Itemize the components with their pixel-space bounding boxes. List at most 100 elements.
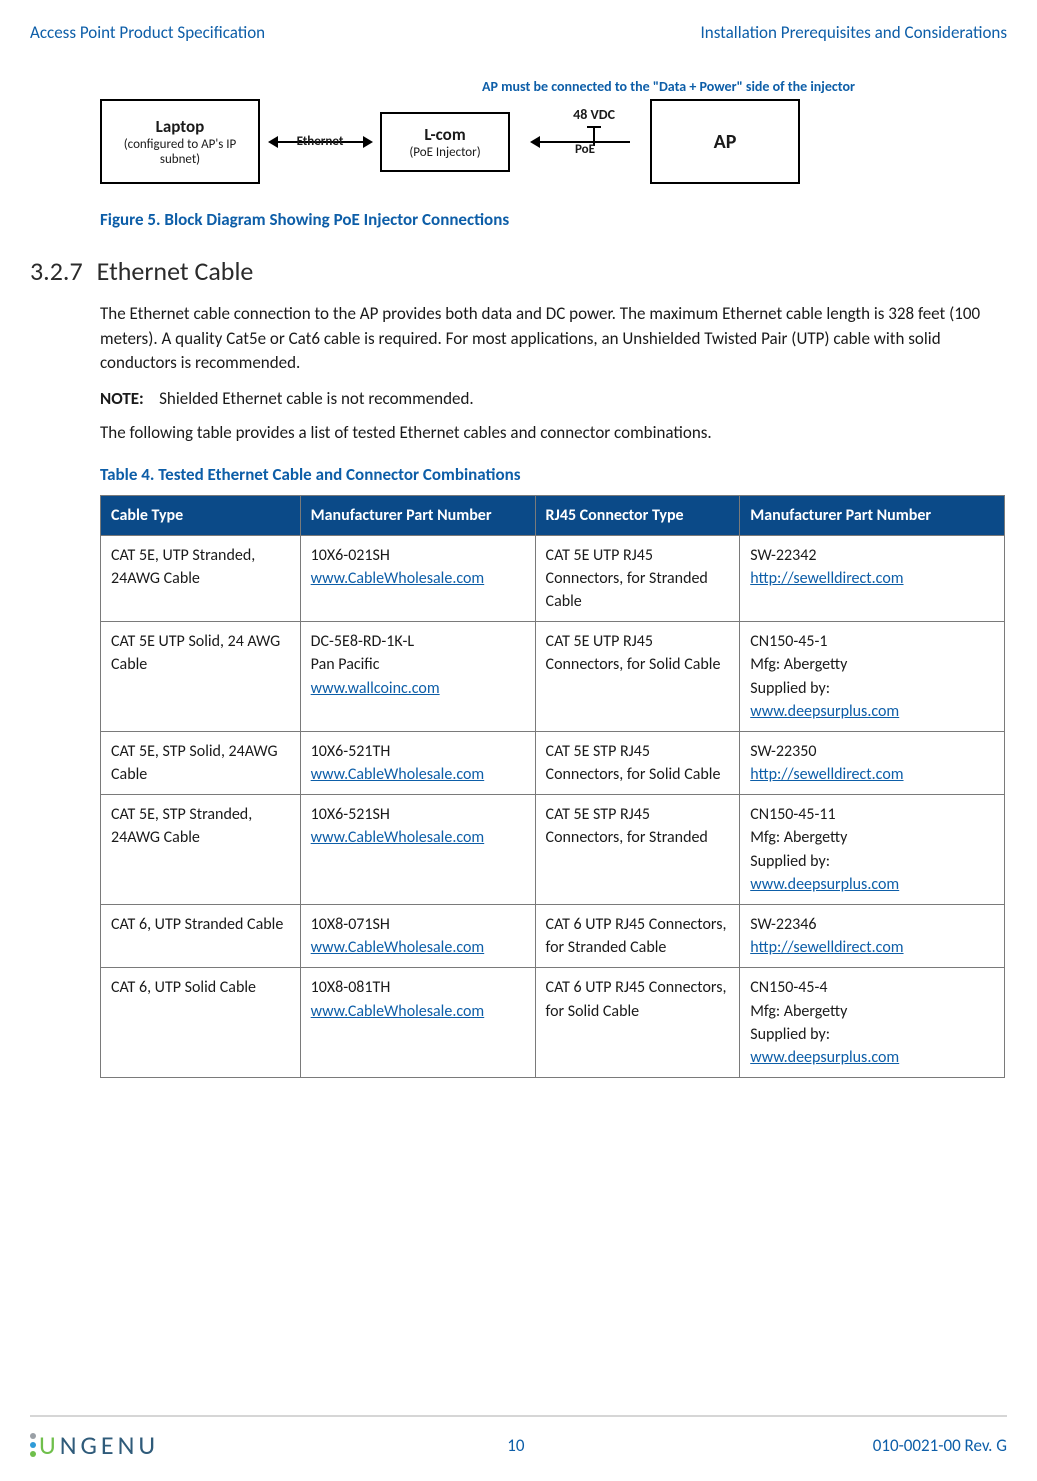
diagram-note: AP must be connected to the "Data + Powe… (360, 78, 977, 95)
cell-link[interactable]: www.CableWholesale.com (311, 936, 525, 959)
cell-text: 10X6-021SH (311, 544, 525, 567)
cell-rj45-mpn: CN150-45-11Mfg: AbergettySupplied by:www… (740, 795, 1005, 905)
cell-connector-type: CAT 5E STP RJ45 Connectors, for Stranded (535, 795, 740, 905)
cell-text: DC-5E8-RD-1K-L (311, 630, 525, 653)
cell-text: 10X6-521SH (311, 803, 525, 826)
cell-text: Mfg: Abergetty (750, 653, 994, 676)
cell-rj45-mpn: SW-22342http://sewelldirect.com (740, 535, 1005, 622)
cell-cable-type: CAT 5E, STP Stranded, 24AWG Cable (101, 795, 301, 905)
cell-text: Supplied by: (750, 850, 994, 873)
th-cable-type: Cable Type (101, 495, 301, 535)
cell-text: CN150-45-4 (750, 976, 994, 999)
section-title: Ethernet Cable (97, 255, 254, 287)
cell-mpn: 10X6-521SHwww.CableWholesale.com (300, 795, 535, 905)
cell-link[interactable]: www.CableWholesale.com (311, 763, 525, 786)
diagram-box-ap: AP (650, 99, 800, 184)
cell-text: SW-22346 (750, 913, 994, 936)
cell-cable-type: CAT 5E, STP Solid, 24AWG Cable (101, 731, 301, 794)
cell-link[interactable]: www.wallcoinc.com (311, 677, 525, 700)
note-text: Shielded Ethernet cable is not recommend… (159, 388, 474, 409)
cell-text: 10X8-081TH (311, 976, 525, 999)
cell-text: Pan Pacific (311, 653, 525, 676)
revision-label: 010-0021-00 Rev. G (873, 1435, 1007, 1456)
th-rj45-type: RJ45 Connector Type (535, 495, 740, 535)
table-row: CAT 5E UTP Solid, 24 AWG CableDC-5E8-RD-… (101, 622, 1005, 732)
cell-text: Mfg: Abergetty (750, 826, 994, 849)
cell-link[interactable]: www.deepsurplus.com (750, 700, 994, 723)
footer-divider (30, 1415, 1007, 1417)
cell-connector-type: CAT 5E STP RJ45 Connectors, for Solid Ca… (535, 731, 740, 794)
diagram-box-laptop: Laptop (configured to AP's IP subnet) (100, 99, 260, 184)
section-number: 3.2.7 (30, 255, 83, 287)
cell-link[interactable]: www.deepsurplus.com (750, 1046, 994, 1069)
cell-mpn: 10X8-071SHwww.CableWholesale.com (300, 905, 535, 968)
cell-text: SW-22350 (750, 740, 994, 763)
cell-text: Supplied by: (750, 1023, 994, 1046)
cell-mpn: 10X6-021SHwww.CableWholesale.com (300, 535, 535, 622)
cell-rj45-mpn: SW-22350http://sewelldirect.com (740, 731, 1005, 794)
table-row: CAT 5E, STP Stranded, 24AWG Cable10X6-52… (101, 795, 1005, 905)
cell-rj45-mpn: SW-22346http://sewelldirect.com (740, 905, 1005, 968)
logo-text: UNGENU (39, 1429, 159, 1461)
paragraph-1: The Ethernet cable connection to the AP … (100, 302, 1007, 376)
laptop-title: Laptop (110, 116, 250, 137)
cell-rj45-mpn: CN150-45-1Mfg: AbergettySupplied by:www.… (740, 622, 1005, 732)
cell-link[interactable]: www.CableWholesale.com (311, 826, 525, 849)
cell-connector-type: CAT 6 UTP RJ45 Connectors, for Stranded … (535, 905, 740, 968)
ap-label: AP (714, 130, 737, 154)
note-label: NOTE: (100, 388, 144, 409)
logo-dots-icon (30, 1433, 36, 1457)
page-number: 10 (507, 1435, 524, 1456)
th-rj45-mpn: Manufacturer Part Number (740, 495, 1005, 535)
cell-text: 10X6-521TH (311, 740, 525, 763)
cell-link[interactable]: www.deepsurplus.com (750, 873, 994, 896)
cell-mpn: DC-5E8-RD-1K-LPan Pacificwww.wallcoinc.c… (300, 622, 535, 732)
table-row: CAT 5E, UTP Stranded, 24AWG Cable10X6-02… (101, 535, 1005, 622)
cell-cable-type: CAT 5E UTP Solid, 24 AWG Cable (101, 622, 301, 732)
brand-logo: UNGENU (30, 1429, 159, 1461)
cell-connector-type: CAT 5E UTP RJ45 Connectors, for Stranded… (535, 535, 740, 622)
table-row: CAT 6, UTP Stranded Cable10X8-071SHwww.C… (101, 905, 1005, 968)
cell-mpn: 10X8-081THwww.CableWholesale.com (300, 968, 535, 1078)
header-right: Installation Prerequisites and Considera… (700, 22, 1007, 43)
diagram-box-lcom: L-com (PoE Injector) (380, 112, 510, 172)
page-footer: UNGENU 10 010-0021-00 Rev. G (0, 1415, 1037, 1481)
laptop-subtitle: (configured to AP's IP subnet) (110, 137, 250, 167)
ethernet-label: Ethernet (297, 134, 344, 149)
cell-cable-type: CAT 6, UTP Stranded Cable (101, 905, 301, 968)
vdc-label: 48 VDC (573, 106, 615, 123)
header-left: Access Point Product Specification (30, 22, 265, 43)
cell-text: Supplied by: (750, 677, 994, 700)
cell-cable-type: CAT 6, UTP Solid Cable (101, 968, 301, 1078)
paragraph-2: The following table provides a list of t… (100, 421, 1007, 446)
table-row: CAT 5E, STP Solid, 24AWG Cable10X6-521TH… (101, 731, 1005, 794)
cell-link[interactable]: http://sewelldirect.com (750, 936, 994, 959)
diagram-connector-ethernet: Ethernet (260, 136, 380, 148)
cell-connector-type: CAT 5E UTP RJ45 Connectors, for Solid Ca… (535, 622, 740, 732)
poe-label: PoE (575, 142, 595, 157)
block-diagram: AP must be connected to the "Data + Powe… (100, 78, 977, 184)
note-line: NOTE: Shielded Ethernet cable is not rec… (100, 388, 1007, 409)
cell-text: Mfg: Abergetty (750, 1000, 994, 1023)
cell-mpn: 10X6-521THwww.CableWholesale.com (300, 731, 535, 794)
cell-connector-type: CAT 6 UTP RJ45 Connectors, for Solid Cab… (535, 968, 740, 1078)
figure-caption: Figure 5. Block Diagram Showing PoE Inje… (100, 209, 1007, 230)
table-caption: Table 4. Tested Ethernet Cable and Conne… (100, 464, 1007, 485)
cell-text: CN150-45-1 (750, 630, 994, 653)
page-header: Access Point Product Specification Insta… (30, 22, 1007, 43)
lcom-title: L-com (390, 124, 500, 145)
section-heading: 3.2.7 Ethernet Cable (30, 255, 1007, 287)
diagram-connector-poe: 48 VDC PoE (510, 136, 650, 148)
cell-text: CN150-45-11 (750, 803, 994, 826)
cell-link[interactable]: www.CableWholesale.com (311, 567, 525, 590)
table-header-row: Cable Type Manufacturer Part Number RJ45… (101, 495, 1005, 535)
ethernet-cable-table: Cable Type Manufacturer Part Number RJ45… (100, 495, 1005, 1079)
cell-link[interactable]: www.CableWholesale.com (311, 1000, 525, 1023)
cell-link[interactable]: http://sewelldirect.com (750, 567, 994, 590)
cell-text: 10X8-071SH (311, 913, 525, 936)
cell-cable-type: CAT 5E, UTP Stranded, 24AWG Cable (101, 535, 301, 622)
cell-rj45-mpn: CN150-45-4Mfg: AbergettySupplied by:www.… (740, 968, 1005, 1078)
cell-link[interactable]: http://sewelldirect.com (750, 763, 994, 786)
table-row: CAT 6, UTP Solid Cable10X8-081THwww.Cabl… (101, 968, 1005, 1078)
cell-text: SW-22342 (750, 544, 994, 567)
